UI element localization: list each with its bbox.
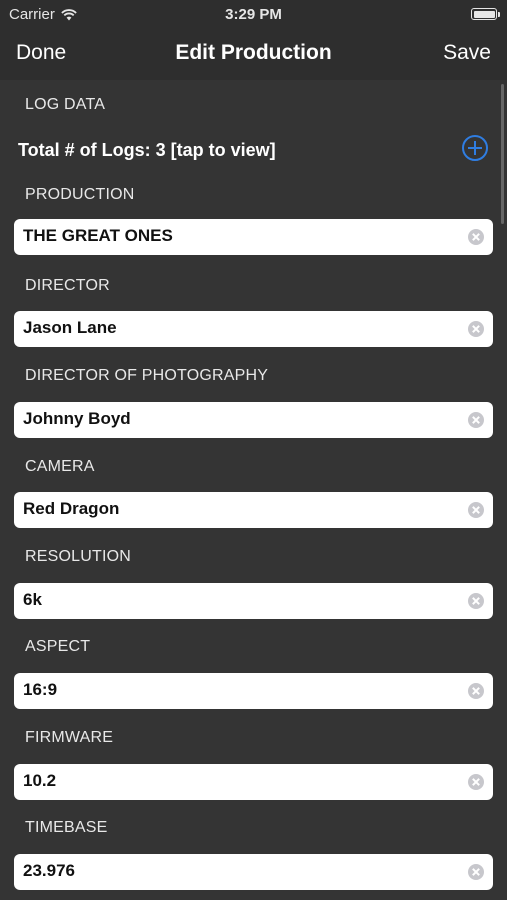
clear-icon[interactable] bbox=[468, 683, 484, 699]
camera-value[interactable]: Red Dragon bbox=[23, 499, 119, 519]
field-label-director-of-photography: DIRECTOR OF PHOTOGRAPHY bbox=[25, 367, 269, 384]
timebase-value[interactable]: 23.976 bbox=[23, 861, 75, 881]
clear-icon[interactable] bbox=[468, 593, 484, 609]
aspect-value[interactable]: 16:9 bbox=[23, 680, 57, 700]
field-label-production: PRODUCTION bbox=[25, 186, 135, 203]
status-bar: Carrier 3:29 PM bbox=[0, 0, 507, 30]
director-field[interactable]: Jason Lane bbox=[14, 311, 493, 347]
resolution-value[interactable]: 6k bbox=[23, 590, 42, 610]
field-label-firmware: FIRMWARE bbox=[25, 729, 114, 746]
field-label-timebase: TIMEBASE bbox=[25, 819, 108, 836]
clear-icon[interactable] bbox=[468, 229, 484, 245]
clear-icon[interactable] bbox=[468, 412, 484, 428]
director-of-photography-value[interactable]: Johnny Boyd bbox=[23, 409, 131, 429]
field-label-resolution: RESOLUTION bbox=[25, 548, 132, 565]
section-header-log-data: LOG DATA bbox=[25, 96, 106, 113]
battery-icon bbox=[471, 8, 500, 20]
camera-field[interactable]: Red Dragon bbox=[14, 492, 493, 528]
production-field[interactable]: THE GREAT ONES bbox=[14, 219, 493, 255]
field-label-aspect: ASPECT bbox=[25, 638, 91, 655]
timebase-field[interactable]: 23.976 bbox=[14, 854, 493, 890]
save-button[interactable]: Save bbox=[443, 41, 491, 65]
page-title: Edit Production bbox=[175, 41, 332, 64]
production-value[interactable]: THE GREAT ONES bbox=[23, 226, 173, 246]
director-of-photography-field[interactable]: Johnny Boyd bbox=[14, 402, 493, 438]
firmware-value[interactable]: 10.2 bbox=[23, 771, 56, 791]
plus-circle-icon[interactable] bbox=[462, 135, 488, 161]
status-time: 3:29 PM bbox=[225, 6, 282, 23]
clear-icon[interactable] bbox=[468, 864, 484, 880]
form-content[interactable]: LOG DATA Total # of Logs: 3 [tap to view… bbox=[0, 80, 507, 900]
firmware-field[interactable]: 10.2 bbox=[14, 764, 493, 800]
clear-icon[interactable] bbox=[468, 774, 484, 790]
logs-summary-link[interactable]: Total # of Logs: 3 [tap to view] bbox=[18, 140, 276, 161]
field-label-director: DIRECTOR bbox=[25, 277, 110, 294]
clear-icon[interactable] bbox=[468, 321, 484, 337]
resolution-field[interactable]: 6k bbox=[14, 583, 493, 619]
navigation-bar: Done Edit Production Save bbox=[0, 30, 507, 80]
scroll-indicator[interactable] bbox=[501, 84, 504, 224]
clear-icon[interactable] bbox=[468, 502, 484, 518]
aspect-field[interactable]: 16:9 bbox=[14, 673, 493, 709]
director-value[interactable]: Jason Lane bbox=[23, 318, 117, 338]
field-label-camera: CAMERA bbox=[25, 458, 95, 475]
